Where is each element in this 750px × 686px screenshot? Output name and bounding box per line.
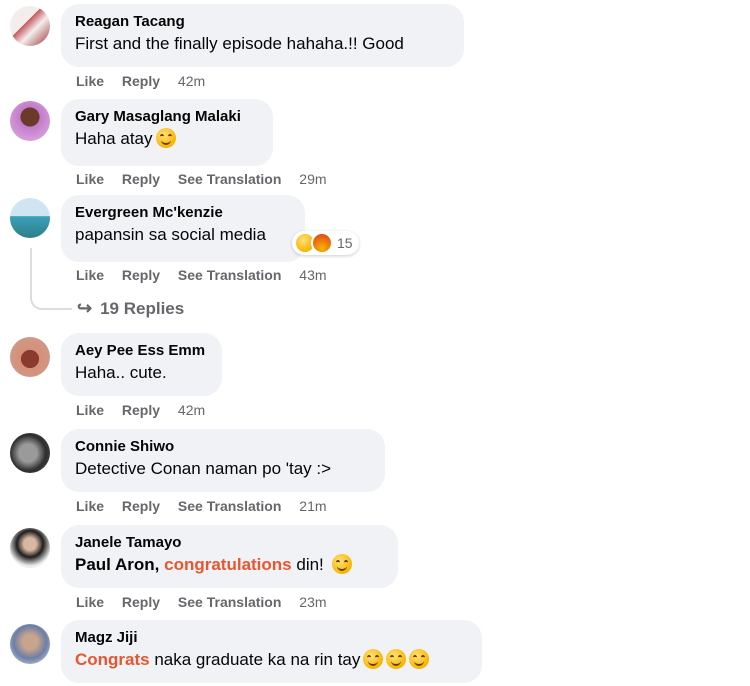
comment-bubble: Reagan Tacang First and the finally epis…	[61, 4, 464, 67]
comment-bubble: Evergreen Mc'kenzie papansin sa social m…	[61, 195, 305, 262]
avatar[interactable]	[10, 6, 50, 46]
smiling-emoji-icon	[409, 649, 430, 669]
comment-actions: Like Reply 42m	[76, 401, 205, 419]
timestamp[interactable]: 42m	[178, 72, 205, 90]
reaction-count: 15	[337, 235, 353, 251]
angry-reaction-icon	[311, 232, 333, 254]
smiling-emoji-icon	[363, 649, 384, 669]
comment-actions: Like Reply See Translation 21m	[76, 497, 327, 515]
replies-label: 19 Replies	[100, 299, 185, 318]
reply-button[interactable]: Reply	[122, 170, 160, 188]
comment-text: Detective Conan naman po 'tay :>	[75, 459, 332, 478]
comment-bubble: Aey Pee Ess Emm Haha.. cute.	[61, 333, 222, 396]
comment-text-part: naka graduate ka na rin tay	[149, 650, 361, 669]
reply-button[interactable]: Reply	[122, 266, 160, 284]
avatar[interactable]	[10, 337, 50, 377]
comment-actions: Like Reply See Translation 43m	[76, 266, 327, 284]
smiling-emoji-icon	[386, 649, 407, 669]
reply-button[interactable]: Reply	[122, 401, 160, 419]
comment-text: papansin sa social media	[75, 225, 266, 244]
comment-author[interactable]: Janele Tamayo	[75, 533, 384, 552]
reply-button[interactable]: Reply	[122, 497, 160, 515]
reply-button[interactable]: Reply	[122, 72, 160, 90]
avatar[interactable]	[10, 101, 50, 141]
mention-link[interactable]: Paul Aron,	[75, 555, 159, 574]
timestamp[interactable]: 43m	[299, 266, 326, 284]
avatar[interactable]	[10, 433, 50, 473]
timestamp[interactable]: 29m	[299, 170, 326, 188]
reaction-summary[interactable]: 15	[292, 231, 359, 255]
see-translation-button[interactable]: See Translation	[178, 593, 281, 611]
timestamp[interactable]: 42m	[178, 401, 205, 419]
comment-bubble: Janele Tamayo Paul Aron, congratulations…	[61, 525, 398, 588]
comment-text: Congrats naka graduate ka na rin tay	[75, 648, 468, 672]
comment-text: Paul Aron, congratulations din!	[75, 553, 384, 577]
see-translation-button[interactable]: See Translation	[178, 266, 281, 284]
view-replies-link[interactable]: ↪ 19 Replies	[77, 296, 184, 321]
like-button[interactable]: Like	[76, 72, 104, 90]
comment-actions: Like Reply See Translation 29m	[76, 170, 327, 188]
comment-text: Haha atay	[75, 127, 259, 151]
see-translation-button[interactable]: See Translation	[178, 497, 281, 515]
like-button[interactable]: Like	[76, 593, 104, 611]
comment-actions: Like Reply See Translation 23m	[76, 593, 327, 611]
comment-bubble: Magz Jiji Congrats naka graduate ka na r…	[61, 620, 482, 683]
comment-text: First and the finally episode hahaha.!! …	[75, 34, 404, 53]
avatar[interactable]	[10, 624, 50, 664]
comment-text-part: din!	[291, 555, 324, 574]
comment-bubble: Connie Shiwo Detective Conan naman po 't…	[61, 429, 385, 492]
grinning-emoji-icon	[331, 554, 352, 574]
comment-author[interactable]: Gary Masaglang Malaki	[75, 107, 259, 126]
like-button[interactable]: Like	[76, 497, 104, 515]
highlighted-word[interactable]: Congrats	[75, 650, 150, 669]
comment-author[interactable]: Aey Pee Ess Emm	[75, 341, 208, 360]
highlighted-word[interactable]: congratulations	[164, 555, 292, 574]
comment-actions: Like Reply 42m	[76, 72, 205, 90]
comment-author[interactable]: Reagan Tacang	[75, 12, 450, 31]
comment-text-part: Haha atay	[75, 129, 153, 148]
avatar[interactable]	[10, 198, 50, 238]
like-button[interactable]: Like	[76, 401, 104, 419]
laughing-emoji-icon	[155, 128, 176, 148]
like-button[interactable]: Like	[76, 266, 104, 284]
comment-text: Haha.. cute.	[75, 363, 167, 382]
timestamp[interactable]: 23m	[299, 593, 326, 611]
comment-author[interactable]: Connie Shiwo	[75, 437, 371, 456]
timestamp[interactable]: 21m	[299, 497, 326, 515]
reply-arrow-icon: ↪	[77, 298, 93, 318]
thread-line	[30, 248, 72, 310]
avatar[interactable]	[10, 528, 50, 568]
see-translation-button[interactable]: See Translation	[178, 170, 281, 188]
comment-author[interactable]: Magz Jiji	[75, 628, 468, 647]
reply-button[interactable]: Reply	[122, 593, 160, 611]
like-button[interactable]: Like	[76, 170, 104, 188]
comment-author[interactable]: Evergreen Mc'kenzie	[75, 203, 291, 222]
comment-bubble: Gary Masaglang Malaki Haha atay	[61, 99, 273, 166]
